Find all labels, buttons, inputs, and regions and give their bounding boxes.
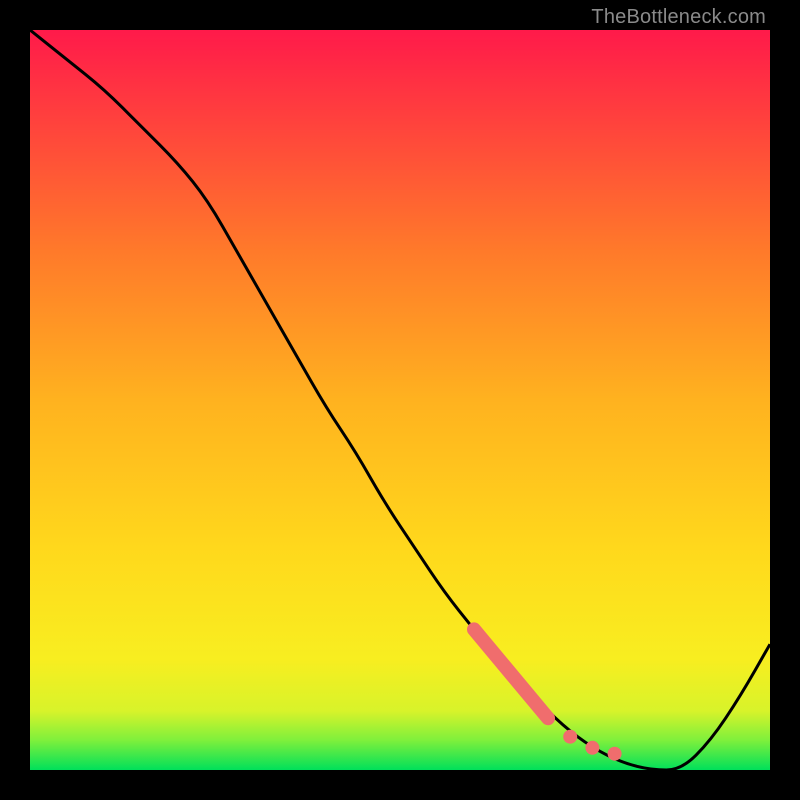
chart-frame	[30, 30, 770, 770]
chart-background	[30, 30, 770, 770]
bottleneck-chart	[30, 30, 770, 770]
attribution-text: TheBottleneck.com	[591, 6, 766, 29]
